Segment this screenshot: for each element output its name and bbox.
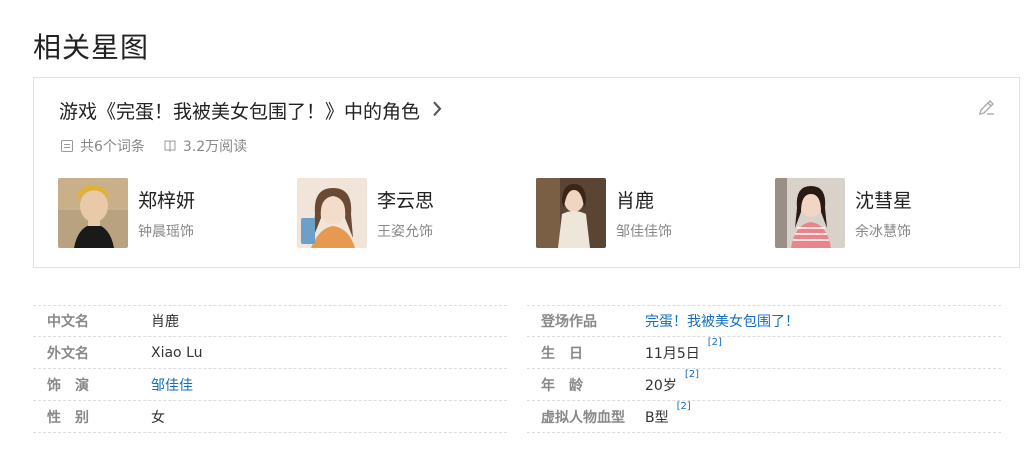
reference-link[interactable]: [2] xyxy=(685,369,699,380)
info-row: 外文名 Xiao Lu xyxy=(33,337,507,369)
character-item[interactable]: 沈彗星 余冰慧饰 xyxy=(775,178,912,248)
info-column-right: 登场作品 完蛋！我被美女包围了！ 生 日 11月5日 [2] 年 龄 20岁 [… xyxy=(527,305,1001,433)
info-value: B型 [2] xyxy=(645,401,691,427)
avatar[interactable] xyxy=(58,178,128,248)
info-row: 性 别 女 xyxy=(33,401,507,433)
info-label: 饰 演 xyxy=(47,377,89,394)
info-label: 外文名 xyxy=(47,345,89,362)
reference-link[interactable]: [2] xyxy=(677,401,691,412)
info-row: 虚拟人物血型 B型 [2] xyxy=(527,401,1001,433)
info-row: 登场作品 完蛋！我被美女包围了！ xyxy=(527,305,1001,337)
info-row: 年 龄 20岁 [2] xyxy=(527,369,1001,401)
entries-count: 共6个词条 xyxy=(60,136,145,156)
character-name[interactable]: 肖鹿 xyxy=(616,186,672,213)
read-count-text: 3.2万阅读 xyxy=(182,139,248,155)
character-name[interactable]: 郑梓妍 xyxy=(138,186,195,213)
work-link[interactable]: 完蛋！我被美女包围了！ xyxy=(645,311,799,331)
info-label: 虚拟人物血型 xyxy=(541,409,625,426)
character-name[interactable]: 沈彗星 xyxy=(855,186,912,213)
info-row: 饰 演 邹佳佳 xyxy=(33,369,507,401)
character-list: 郑梓妍 钟晨瑶饰 李云思 王姿允饰 肖鹿 邹佳佳饰 沈彗星 余冰慧饰 xyxy=(58,178,998,248)
info-value-text: 20岁 xyxy=(645,377,677,394)
info-label: 生 日 xyxy=(541,345,583,362)
character-name[interactable]: 李云思 xyxy=(377,186,434,213)
character-item[interactable]: 郑梓妍 钟晨瑶饰 xyxy=(58,178,195,248)
chevron-right-icon xyxy=(432,98,442,122)
section-title: 相关星图 xyxy=(33,31,150,64)
info-label: 年 龄 xyxy=(541,377,583,394)
pencil-edit-icon[interactable] xyxy=(977,97,997,117)
book-icon xyxy=(164,140,176,152)
info-value: 11月5日 [2] xyxy=(645,337,722,363)
info-column-left: 中文名 肖鹿 外文名 Xiao Lu 饰 演 邹佳佳 性 别 女 xyxy=(33,305,507,433)
card-heading-link[interactable]: 游戏《完蛋！我被美女包围了！》中的角色 xyxy=(59,97,442,124)
character-actor: 邹佳佳饰 xyxy=(616,224,672,240)
info-row: 生 日 11月5日 [2] xyxy=(527,337,1001,369)
related-stars-card: 游戏《完蛋！我被美女包围了！》中的角色 共6个词条 3.2万阅读 郑梓妍 钟晨瑶… xyxy=(33,77,1020,268)
list-icon xyxy=(61,140,73,152)
info-label: 登场作品 xyxy=(541,314,597,330)
read-count: 3.2万阅读 xyxy=(163,136,247,156)
character-actor: 王姿允饰 xyxy=(377,224,433,240)
info-label: 性 别 xyxy=(47,409,89,426)
reference-link[interactable]: [2] xyxy=(708,337,722,348)
avatar[interactable] xyxy=(775,178,845,248)
card-meta: 共6个词条 3.2万阅读 xyxy=(60,136,265,156)
info-label: 中文名 xyxy=(47,314,89,330)
info-value: 肖鹿 xyxy=(151,314,179,330)
entries-count-text: 共6个词条 xyxy=(80,139,145,155)
character-item[interactable]: 李云思 王姿允饰 xyxy=(297,178,434,248)
character-actor: 钟晨瑶饰 xyxy=(138,224,194,240)
avatar[interactable] xyxy=(536,178,606,248)
avatar[interactable] xyxy=(297,178,367,248)
character-actor: 余冰慧饰 xyxy=(855,224,911,240)
info-value: 女 xyxy=(151,409,165,426)
info-value: 20岁 [2] xyxy=(645,369,699,395)
character-item[interactable]: 肖鹿 邹佳佳饰 xyxy=(536,178,672,248)
info-value: Xiao Lu xyxy=(151,344,203,361)
info-value-text: 11月5日 xyxy=(645,345,700,362)
actor-link[interactable]: 邹佳佳 xyxy=(151,375,193,395)
info-row: 中文名 肖鹿 xyxy=(33,305,507,337)
card-heading-text: 游戏《完蛋！我被美女包围了！》中的角色 xyxy=(59,101,421,123)
info-value-text: B型 xyxy=(645,409,669,426)
